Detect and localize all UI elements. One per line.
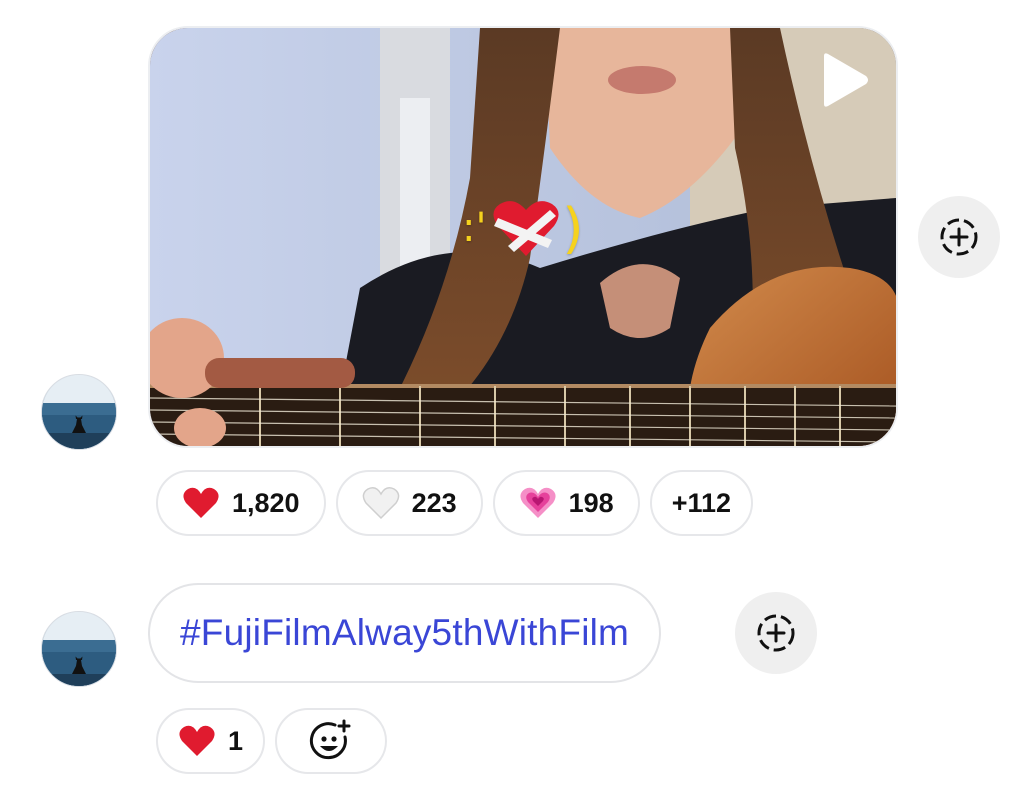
red-heart-icon — [179, 725, 215, 756]
reaction-count: 1,820 — [232, 487, 300, 518]
add-circle-dashed-icon — [940, 218, 978, 256]
hashtag-link[interactable]: #FujiFilmAlway5thWithFilm — [180, 612, 629, 654]
add-emoji-reaction-button[interactable] — [275, 708, 388, 774]
sender-avatar[interactable] — [41, 611, 117, 687]
text-reactions: 1 — [156, 708, 388, 774]
play-icon — [824, 53, 868, 107]
smiley-plus-icon — [309, 719, 351, 760]
reaction-growing-heart[interactable]: 198 — [492, 470, 640, 536]
add-reaction-button[interactable] — [918, 196, 1000, 278]
add-circle-dashed-icon — [757, 614, 795, 652]
reaction-count: 198 — [568, 487, 614, 518]
media-reactions: 1,820 223 198 +112 — [156, 470, 754, 536]
reaction-red-heart[interactable]: 1,820 — [156, 470, 326, 536]
white-heart-icon — [362, 487, 399, 520]
more-reactions-button[interactable]: +112 — [649, 470, 754, 536]
reaction-count: 1 — [228, 725, 244, 756]
media-message[interactable]: :' ) — [148, 26, 898, 448]
reaction-white-heart[interactable]: 223 — [335, 470, 483, 536]
play-button[interactable] — [814, 50, 874, 110]
red-heart-icon — [183, 487, 219, 518]
emoji-sticker: :' ) — [462, 196, 584, 260]
sticker-text-right: ) — [562, 196, 584, 260]
growing-heart-icon — [520, 487, 556, 518]
add-reaction-button[interactable] — [735, 592, 817, 674]
mending-heart-icon — [493, 201, 560, 256]
sticker-text-left: :' — [462, 205, 487, 251]
hashtag-message[interactable]: #FujiFilmAlway5thWithFilm — [148, 583, 662, 683]
reaction-count: 223 — [411, 487, 457, 518]
sender-avatar[interactable] — [41, 374, 117, 450]
more-reactions-label: +112 — [671, 487, 732, 518]
reaction-red-heart[interactable]: 1 — [156, 708, 266, 774]
